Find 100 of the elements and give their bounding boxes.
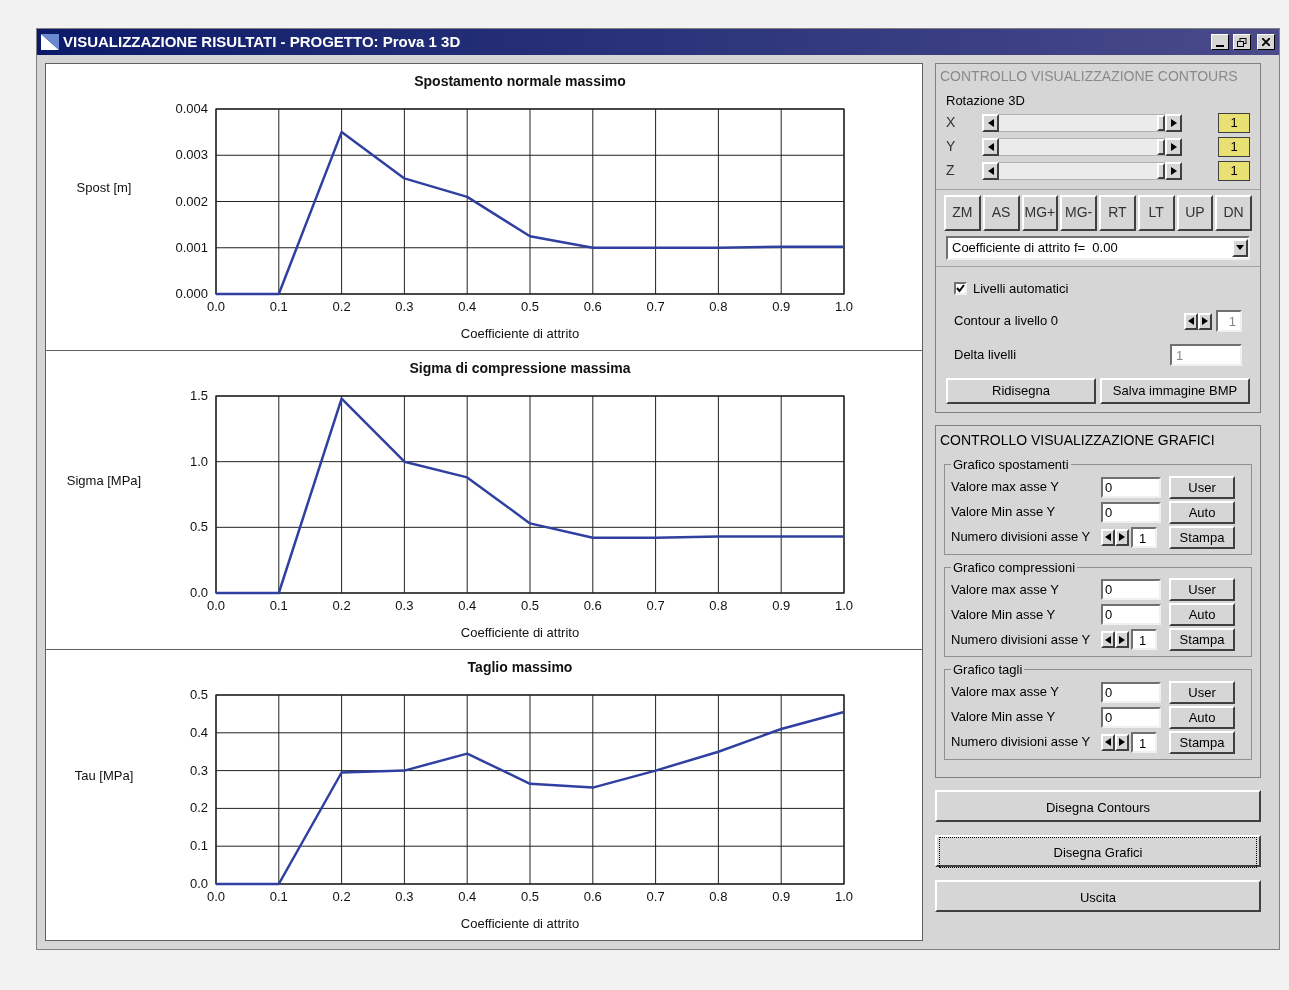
group-label: Rotazione 3D (945, 92, 1026, 110)
checkbox-label: Livelli automatici (973, 279, 1069, 298)
tick-label: 0.000 (175, 286, 208, 301)
input-field[interactable]: 0 (1101, 476, 1161, 498)
left-arrow-icon (1105, 738, 1111, 746)
minimize-button[interactable] (1211, 34, 1229, 50)
value-field: 1 (1218, 112, 1250, 133)
group-label: Grafico spostamenti (952, 456, 1070, 474)
scroll-right-button[interactable] (1165, 137, 1182, 156)
tick-label: 0.3 (395, 889, 414, 904)
tick-label: 0.5 (520, 299, 540, 314)
tick-label: 0.2 (332, 889, 351, 904)
axis-label: Coefficiente di attrito (460, 916, 580, 931)
spin-up-button[interactable] (1198, 312, 1212, 330)
tick-label: 1.0 (189, 453, 208, 469)
axis-label: Y (946, 137, 957, 156)
tick-label: 0.9 (772, 299, 791, 314)
tick-label: 0.0 (206, 598, 226, 613)
close-icon (1262, 38, 1270, 46)
tick-label: 1.0 (834, 598, 854, 613)
button[interactable]: Auto (1169, 603, 1235, 626)
button[interactable]: Disegna Contours (935, 789, 1261, 822)
scroll-left-button[interactable] (982, 161, 999, 180)
spin-down-button[interactable] (1101, 631, 1115, 648)
restore-icon (1237, 37, 1247, 47)
input-field[interactable]: 1 (1131, 526, 1157, 548)
right-arrow-icon (1170, 142, 1177, 151)
button[interactable]: User (1169, 680, 1235, 704)
tick-label: 0.1 (269, 299, 288, 314)
tick-label: 0.8 (709, 889, 728, 904)
axis-label: Z (946, 161, 956, 180)
input-field[interactable]: 0 (1101, 706, 1161, 728)
field-label: Valore Min asse Y (951, 605, 1057, 624)
button[interactable]: Stampa (1169, 730, 1235, 754)
tick-label: 0.4 (458, 299, 477, 314)
tick-label: 0.5 (520, 598, 540, 613)
button[interactable]: Stampa (1169, 628, 1235, 651)
tick-label: 0.002 (175, 193, 208, 209)
field-label: Contour a livello 0 (954, 312, 1060, 331)
group-label: Grafico tagli (952, 661, 1024, 679)
tick-label: 0.7 (646, 299, 665, 314)
input-field[interactable]: 0 (1101, 604, 1161, 625)
right-arrow-icon (1119, 738, 1125, 746)
right-arrow-icon (1119, 635, 1125, 644)
close-button[interactable] (1257, 34, 1275, 50)
spin-up-button[interactable] (1115, 631, 1129, 648)
scroll-left-button[interactable] (982, 113, 999, 132)
input-field[interactable]: 1 (1131, 629, 1157, 650)
tick-label: 0.8 (709, 299, 728, 314)
right-arrow-icon (1202, 317, 1208, 325)
left-arrow-icon (987, 142, 994, 151)
tick-label: 0.0 (189, 585, 208, 600)
button[interactable]: Uscita (935, 879, 1261, 912)
chart-title: Spostamento normale massimo (414, 73, 626, 89)
section-heading: CONTROLLO VISUALIZZAZIONE CONTOURS (939, 67, 1239, 86)
tick-label: 0.2 (332, 299, 351, 314)
tick-label: 0.2 (332, 598, 351, 613)
tick-label: 0.3 (395, 598, 414, 613)
spin-up-button[interactable] (1115, 733, 1129, 751)
axis-label: Sigma [MPa] (66, 472, 142, 488)
field-label: Numero divisioni asse Y (951, 528, 1092, 547)
right-arrow-icon (1119, 533, 1125, 541)
tick-label: 0.5 (189, 687, 208, 702)
tick-label: 0.6 (583, 299, 602, 314)
maximize-button[interactable] (1233, 34, 1251, 50)
spin-up-button[interactable] (1115, 528, 1129, 546)
app-icon (41, 34, 59, 50)
scroll-slider[interactable] (982, 137, 1182, 156)
scroll-slider[interactable] (982, 161, 1182, 180)
button[interactable]: User (1169, 475, 1235, 499)
tick-label: 0.7 (646, 889, 665, 904)
input-field[interactable]: 0 (1101, 501, 1161, 523)
button[interactable]: Stampa (1169, 525, 1235, 549)
scroll-right-button[interactable] (1165, 161, 1182, 180)
left-arrow-icon (1188, 317, 1194, 325)
tick-label: 0.8 (709, 598, 728, 613)
button[interactable]: Auto (1169, 705, 1235, 729)
input-field[interactable]: 0 (1101, 579, 1161, 600)
tick-label: 0.2 (189, 800, 208, 816)
left-arrow-icon (987, 118, 994, 127)
field-label: Valore max asse Y (951, 683, 1060, 702)
button[interactable]: User (1169, 578, 1235, 601)
button[interactable]: Auto (1169, 500, 1235, 524)
tick-label: 0.7 (646, 598, 665, 613)
button[interactable]: Disegna Grafici (935, 834, 1261, 867)
input-field[interactable]: 0 (1101, 681, 1161, 703)
tick-label: 1.5 (189, 388, 208, 403)
spin-down-button[interactable] (1101, 528, 1115, 546)
spin-down-button[interactable] (1101, 733, 1115, 751)
field-label: Numero divisioni asse Y (951, 630, 1092, 649)
field-label: Valore Min asse Y (951, 708, 1057, 727)
tick-label: 0.4 (458, 598, 477, 613)
scroll-right-button[interactable] (1165, 113, 1182, 132)
scroll-slider[interactable] (982, 113, 1182, 132)
left-arrow-icon (987, 166, 994, 175)
tick-label: 1.0 (834, 299, 854, 314)
input-field[interactable]: 1 (1131, 731, 1157, 753)
tick-label: 0.0 (206, 889, 226, 904)
spin-down-button[interactable] (1184, 312, 1198, 330)
scroll-left-button[interactable] (982, 137, 999, 156)
